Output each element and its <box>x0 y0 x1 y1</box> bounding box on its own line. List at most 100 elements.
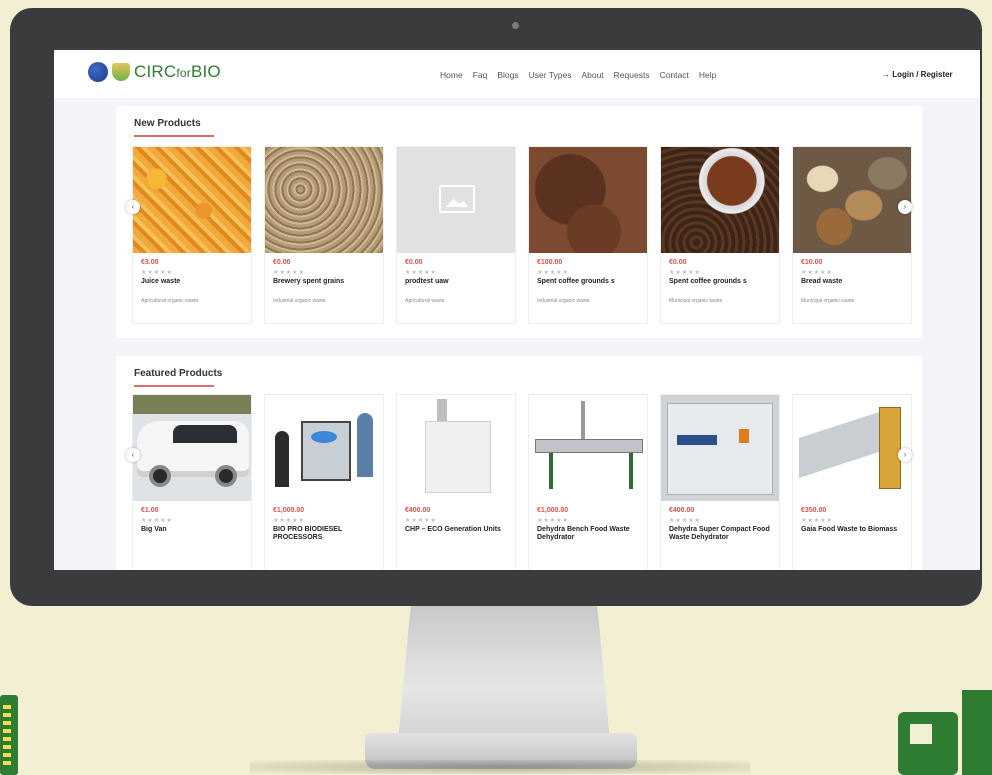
carousel-prev-button[interactable]: ‹ <box>126 200 140 214</box>
rating-stars: ★★★★★ <box>273 518 305 524</box>
carousel-next-button[interactable]: › <box>898 200 912 214</box>
browser-screen: CIRCforBIO Home Faq Blogs User Types Abo… <box>54 50 980 570</box>
rating-stars: ★★★★★ <box>141 270 173 276</box>
nav-contact[interactable]: Contact <box>660 70 689 80</box>
site-header: CIRCforBIO Home Faq Blogs User Types Abo… <box>54 50 980 98</box>
carousel-prev-button[interactable]: ‹ <box>126 448 140 462</box>
nav-user-types[interactable]: User Types <box>529 70 572 80</box>
product-card[interactable]: €0.00 ★★★★★ prodtest uaw Agricultural wa… <box>396 146 516 324</box>
rating-stars: ★★★★★ <box>141 518 173 524</box>
product-name[interactable]: Gaia Food Waste to Biomass <box>801 526 903 534</box>
rating-stars: ★★★★★ <box>669 270 701 276</box>
brand-name: CIRCforBIO <box>134 62 221 81</box>
featured-products-section: Featured Products €1.00 ★★★★★ Big Van €1… <box>116 356 922 570</box>
section-title: New Products <box>134 118 214 137</box>
nav-faq[interactable]: Faq <box>473 70 488 80</box>
chevron-right-icon: › <box>903 450 907 459</box>
product-price: €0.00 <box>273 259 291 266</box>
product-category: Municipal organic waste <box>669 298 723 305</box>
product-image[interactable] <box>793 395 911 501</box>
product-name[interactable]: CHP – ECO Generation Units <box>405 526 507 534</box>
chevron-left-icon: ‹ <box>131 202 135 211</box>
monitor-frame: CIRCforBIO Home Faq Blogs User Types Abo… <box>10 8 982 606</box>
decorative-bottle-graphic <box>0 695 18 775</box>
product-price: €1.00 <box>141 507 159 514</box>
nav-blogs[interactable]: Blogs <box>497 70 518 80</box>
new-products-carousel: €3.00 ★★★★★ Juice waste Agricultural org… <box>132 146 912 324</box>
product-card[interactable]: €1,000.00 ★★★★★ BIO PRO BIODIESEL PROCES… <box>264 394 384 570</box>
webcam <box>512 22 519 29</box>
product-price: €400.00 <box>669 507 695 514</box>
product-image[interactable] <box>133 395 251 501</box>
product-price: €100.00 <box>537 259 563 266</box>
featured-products-carousel: €1.00 ★★★★★ Big Van €1,000.00 ★★★★★ BIO … <box>132 394 912 570</box>
product-name[interactable]: Big Van <box>141 526 243 534</box>
product-price: €3.00 <box>141 259 159 266</box>
flask-icon <box>112 63 130 81</box>
product-card[interactable]: €0.00 ★★★★★ Spent coffee grounds s Munic… <box>660 146 780 324</box>
rating-stars: ★★★★★ <box>405 518 437 524</box>
product-image[interactable] <box>133 147 251 253</box>
decorative-truck-graphic <box>898 690 992 775</box>
chevron-left-icon: ‹ <box>131 450 135 459</box>
product-price: €1,000.00 <box>537 507 569 514</box>
nav-about[interactable]: About <box>581 70 603 80</box>
rating-stars: ★★★★★ <box>801 518 833 524</box>
product-category: Agricultural organic waste <box>141 298 199 305</box>
section-title: Featured Products <box>134 368 223 387</box>
product-price: €0.00 <box>669 259 687 266</box>
product-card[interactable]: €1,000.00 ★★★★★ Dehydra Bench Food Waste… <box>528 394 648 570</box>
product-name[interactable]: Brewery spent grains <box>273 278 375 286</box>
product-price: €350.00 <box>801 507 827 514</box>
product-name[interactable]: Dehydra Super Compact Food Waste Dehydra… <box>669 526 771 542</box>
login-register-link[interactable]: → Login / Register <box>882 70 953 79</box>
new-products-section: New Products €3.00 ★★★★★ Juice waste Agr… <box>116 106 922 338</box>
product-name[interactable]: Bread waste <box>801 278 903 286</box>
site-logo[interactable]: CIRCforBIO <box>88 62 221 82</box>
rating-stars: ★★★★★ <box>801 270 833 276</box>
product-image[interactable] <box>265 147 383 253</box>
product-card[interactable]: €0.00 ★★★★★ Brewery spent grains Industr… <box>264 146 384 324</box>
product-card[interactable]: €1.00 ★★★★★ Big Van <box>132 394 252 570</box>
nav-requests[interactable]: Requests <box>614 70 650 80</box>
rating-stars: ★★★★★ <box>537 270 569 276</box>
product-category: Industrial organic waste <box>273 298 326 305</box>
carousel-next-button[interactable]: › <box>898 448 912 462</box>
product-image[interactable] <box>793 147 911 253</box>
product-card[interactable]: €100.00 ★★★★★ Spent coffee grounds s Ind… <box>528 146 648 324</box>
rating-stars: ★★★★★ <box>537 518 569 524</box>
product-image[interactable] <box>397 147 515 253</box>
product-name[interactable]: prodtest uaw <box>405 278 507 286</box>
product-price: €400.00 <box>405 507 431 514</box>
product-image[interactable] <box>397 395 515 501</box>
product-category: Industrial organic waste <box>537 298 590 305</box>
product-image[interactable] <box>661 395 779 501</box>
product-name[interactable]: Dehydra Bench Food Waste Dehydrator <box>537 526 639 542</box>
product-category: Agricultural waste <box>405 298 445 305</box>
product-name[interactable]: Spent coffee grounds s <box>537 278 639 286</box>
product-name[interactable]: Spent coffee grounds s <box>669 278 771 286</box>
product-image[interactable] <box>529 147 647 253</box>
product-category: Municipal organic waste <box>801 298 855 305</box>
product-name[interactable]: Juice waste <box>141 278 243 286</box>
product-image[interactable] <box>529 395 647 501</box>
product-image[interactable] <box>265 395 383 501</box>
nav-help[interactable]: Help <box>699 70 716 80</box>
nav-home[interactable]: Home <box>440 70 463 80</box>
main-nav: Home Faq Blogs User Types About Requests… <box>440 70 716 80</box>
product-image[interactable] <box>661 147 779 253</box>
rating-stars: ★★★★★ <box>669 518 701 524</box>
product-card[interactable]: €10.00 ★★★★★ Bread waste Municipal organ… <box>792 146 912 324</box>
image-placeholder-icon <box>439 185 475 213</box>
product-card[interactable]: €350.00 ★★★★★ Gaia Food Waste to Biomass <box>792 394 912 570</box>
chevron-right-icon: › <box>903 202 907 211</box>
product-name[interactable]: BIO PRO BIODIESEL PROCESSORS <box>273 526 375 542</box>
product-card[interactable]: €400.00 ★★★★★ CHP – ECO Generation Units <box>396 394 516 570</box>
product-price: €1,000.00 <box>273 507 305 514</box>
product-price: €0.00 <box>405 259 423 266</box>
product-card[interactable]: €400.00 ★★★★★ Dehydra Super Compact Food… <box>660 394 780 570</box>
stand-shadow <box>250 760 750 774</box>
product-card[interactable]: €3.00 ★★★★★ Juice waste Agricultural org… <box>132 146 252 324</box>
globe-icon <box>88 62 108 82</box>
rating-stars: ★★★★★ <box>273 270 305 276</box>
